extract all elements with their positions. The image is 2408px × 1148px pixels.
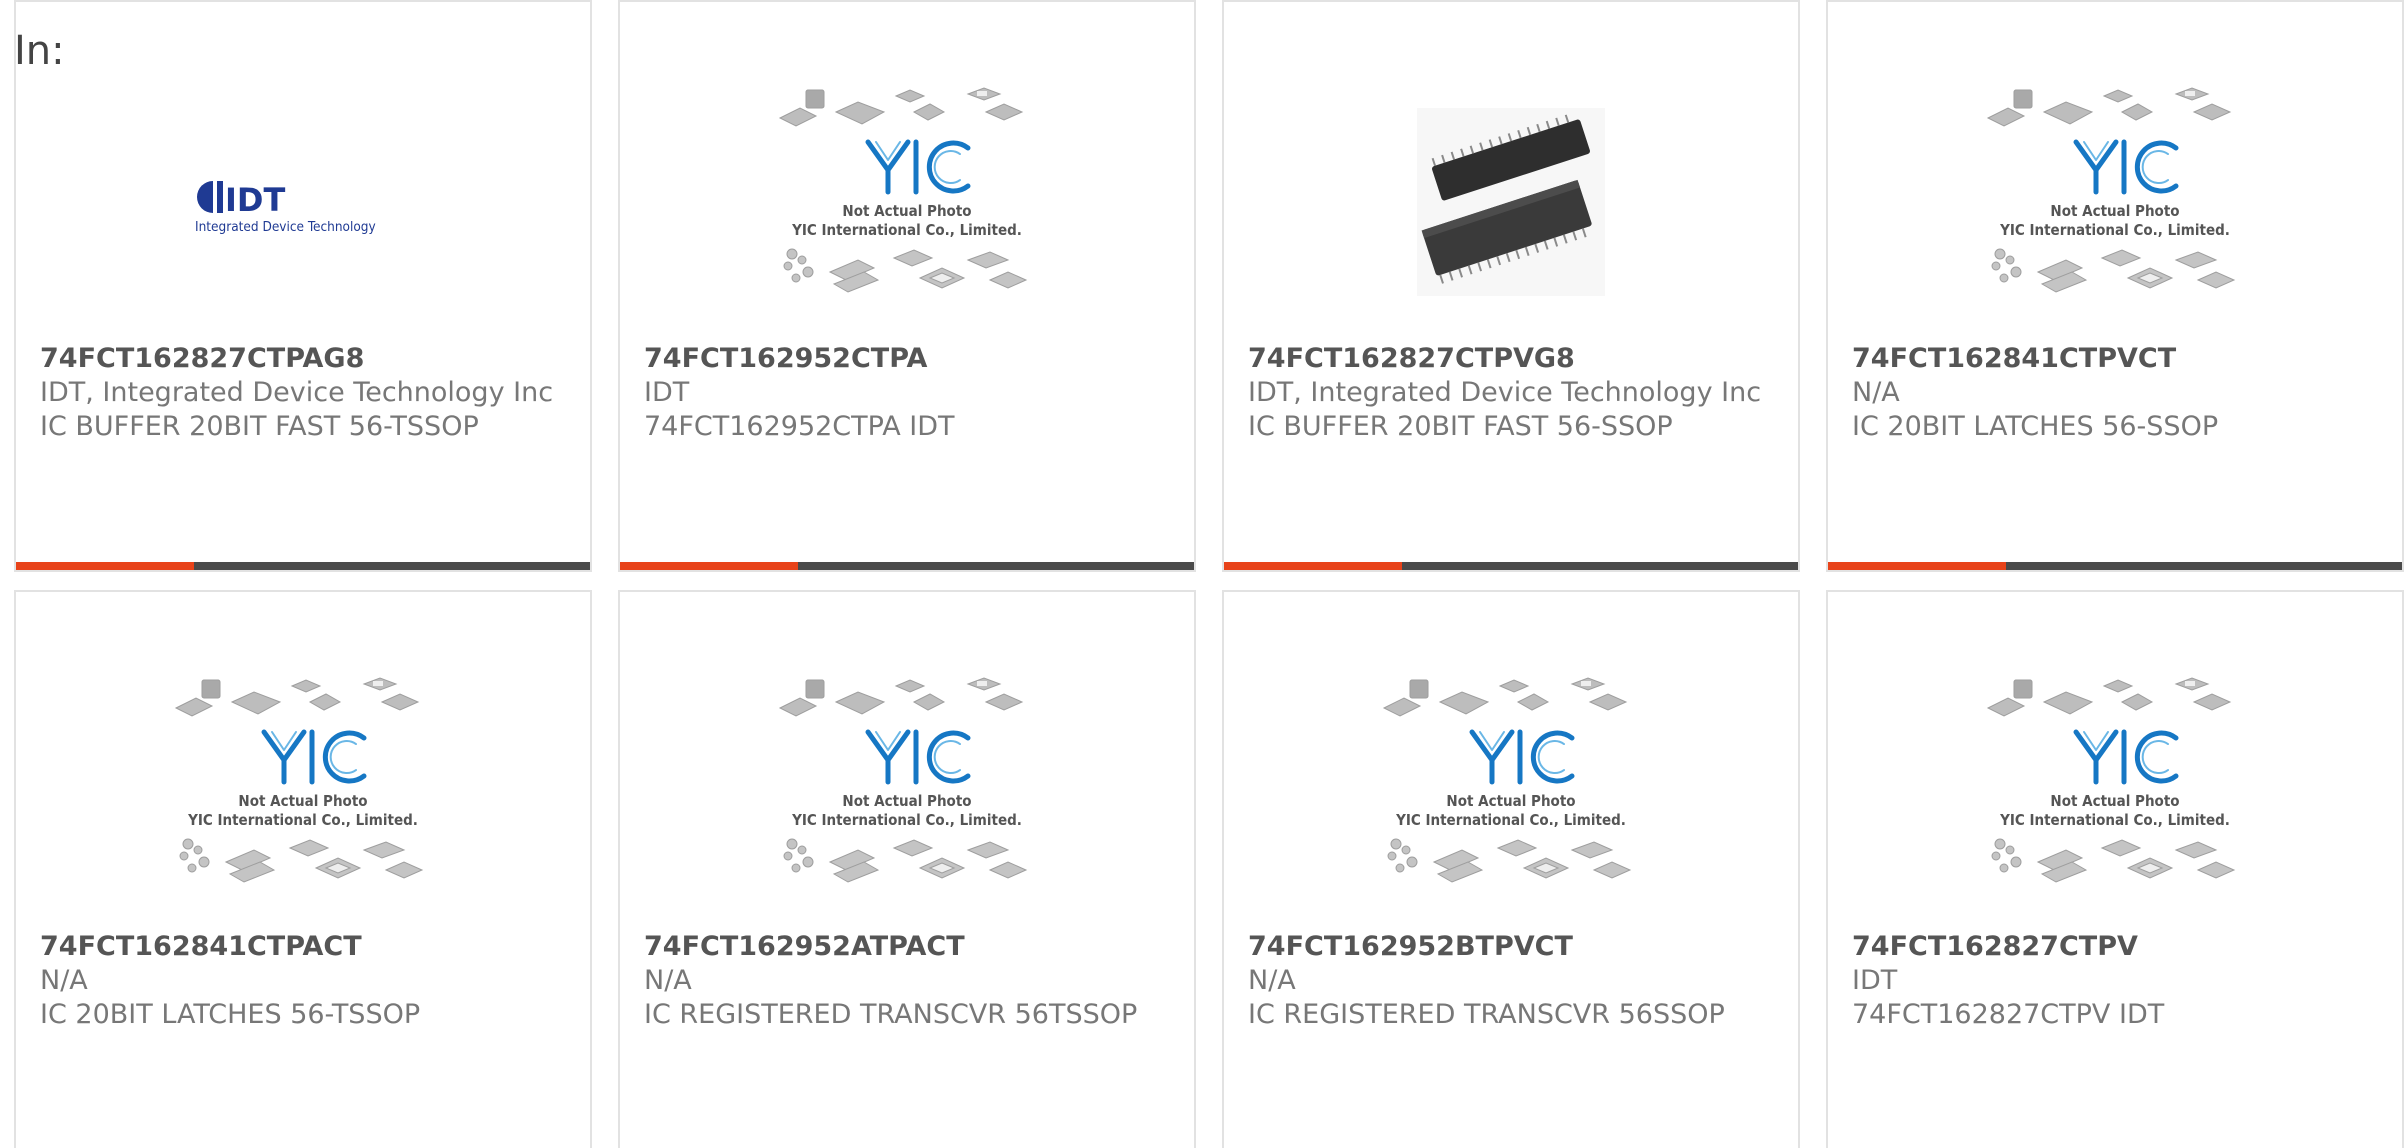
- idt-logo-mark: IDT: [225, 181, 285, 219]
- not-actual-photo-icon: Not Actual Photo YIC International Co., …: [1986, 677, 2236, 883]
- product-card[interactable]: Not Actual Photo YIC International Co., …: [1826, 0, 2404, 572]
- placeholder-line2: YIC International Co., Limited.: [1999, 221, 2230, 239]
- placeholder-line1: Not Actual Photo: [2050, 202, 2179, 220]
- part-number[interactable]: 74FCT162841CTPACT: [40, 930, 572, 964]
- manufacturer: IDT: [644, 377, 690, 408]
- idt-logo-icon: IDT Integrated Device Technology: [195, 181, 376, 235]
- not-actual-photo-icon: Not Actual Photo YIC International Co., …: [778, 677, 1028, 883]
- product-grid-page: In: IDT Integrated Device Technology 74F…: [0, 0, 2408, 1148]
- placeholder-line2: YIC International Co., Limited.: [187, 811, 418, 829]
- manufacturer: N/A: [1248, 965, 1296, 996]
- description: IC REGISTERED TRANSCVR 56SSOP: [1248, 999, 1725, 1030]
- not-actual-photo-icon: Not Actual Photo YIC International Co., …: [778, 87, 1028, 293]
- description: 74FCT162952CTPA IDT: [644, 411, 955, 442]
- product-card[interactable]: Not Actual Photo YIC International Co., …: [618, 590, 1196, 1148]
- placeholder-line1: Not Actual Photo: [2050, 792, 2179, 810]
- idt-logo-tagline: Integrated Device Technology: [195, 219, 376, 235]
- part-number[interactable]: 74FCT162952ATPACT: [644, 930, 1176, 964]
- description: 74FCT162827CTPV IDT: [1852, 999, 2165, 1030]
- placeholder-line2: YIC International Co., Limited.: [1395, 811, 1626, 829]
- progress-bar: [620, 562, 1194, 570]
- product-image[interactable]: IDT Integrated Device Technology: [16, 68, 590, 336]
- product-image[interactable]: Not Actual Photo YIC International Co., …: [620, 68, 1194, 336]
- description: IC BUFFER 20BIT FAST 56-TSSOP: [40, 411, 479, 442]
- placeholder-line2: YIC International Co., Limited.: [791, 811, 1022, 829]
- manufacturer: IDT, Integrated Device Technology Inc: [1248, 377, 1762, 408]
- progress-bar-fill: [1224, 562, 1402, 570]
- manufacturer: N/A: [40, 965, 88, 996]
- description: IC BUFFER 20BIT FAST 56-SSOP: [1248, 411, 1673, 442]
- product-image[interactable]: Not Actual Photo YIC International Co., …: [620, 658, 1194, 926]
- part-number[interactable]: 74FCT162841CTPVCT: [1852, 342, 2384, 376]
- not-actual-photo-icon: Not Actual Photo YIC International Co., …: [174, 677, 424, 883]
- manufacturer: N/A: [644, 965, 692, 996]
- progress-bar-fill: [620, 562, 798, 570]
- product-card[interactable]: Not Actual Photo YIC International Co., …: [1826, 590, 2404, 1148]
- manufacturer: IDT: [1852, 965, 1898, 996]
- part-number[interactable]: 74FCT162952BTPVCT: [1248, 930, 1780, 964]
- product-card[interactable]: Not Actual Photo YIC International Co., …: [1222, 590, 1800, 1148]
- manufacturer: N/A: [1852, 377, 1900, 408]
- description: IC REGISTERED TRANSCVR 56TSSOP: [644, 999, 1138, 1030]
- description: IC 20BIT LATCHES 56-TSSOP: [40, 999, 421, 1030]
- placeholder-line1: Not Actual Photo: [842, 792, 971, 810]
- chip-photo-icon: [1417, 108, 1605, 296]
- manufacturer: IDT, Integrated Device Technology Inc: [40, 377, 554, 408]
- part-number[interactable]: 74FCT162827CTPVG8: [1248, 342, 1780, 376]
- progress-bar-fill: [1828, 562, 2006, 570]
- placeholder-line2: YIC International Co., Limited.: [1999, 811, 2230, 829]
- part-number[interactable]: 74FCT162827CTPV: [1852, 930, 2384, 964]
- part-number[interactable]: 74FCT162827CTPAG8: [40, 342, 572, 376]
- product-image[interactable]: Not Actual Photo YIC International Co., …: [1828, 68, 2402, 336]
- placeholder-line1: Not Actual Photo: [1446, 792, 1575, 810]
- product-card[interactable]: IDT Integrated Device Technology 74FCT16…: [14, 0, 592, 572]
- progress-bar: [1224, 562, 1798, 570]
- placeholder-line2: YIC International Co., Limited.: [791, 221, 1022, 239]
- description: IC 20BIT LATCHES 56-SSOP: [1852, 411, 2219, 442]
- progress-bar-fill: [16, 562, 194, 570]
- product-image[interactable]: Not Actual Photo YIC International Co., …: [1828, 658, 2402, 926]
- product-image[interactable]: Not Actual Photo YIC International Co., …: [16, 658, 590, 926]
- progress-bar: [16, 562, 590, 570]
- product-card[interactable]: Not Actual Photo YIC International Co., …: [618, 0, 1196, 572]
- product-image[interactable]: [1224, 68, 1798, 336]
- product-card[interactable]: Not Actual Photo YIC International Co., …: [14, 590, 592, 1148]
- not-actual-photo-icon: Not Actual Photo YIC International Co., …: [1986, 87, 2236, 293]
- product-card[interactable]: 74FCT162827CTPVG8 IDT, Integrated Device…: [1222, 0, 1800, 572]
- placeholder-line1: Not Actual Photo: [842, 202, 971, 220]
- product-image[interactable]: Not Actual Photo YIC International Co., …: [1224, 658, 1798, 926]
- part-number[interactable]: 74FCT162952CTPA: [644, 342, 1176, 376]
- placeholder-line1: Not Actual Photo: [238, 792, 367, 810]
- not-actual-photo-icon: Not Actual Photo YIC International Co., …: [1382, 677, 1632, 883]
- section-label: In:: [14, 28, 65, 74]
- progress-bar: [1828, 562, 2402, 570]
